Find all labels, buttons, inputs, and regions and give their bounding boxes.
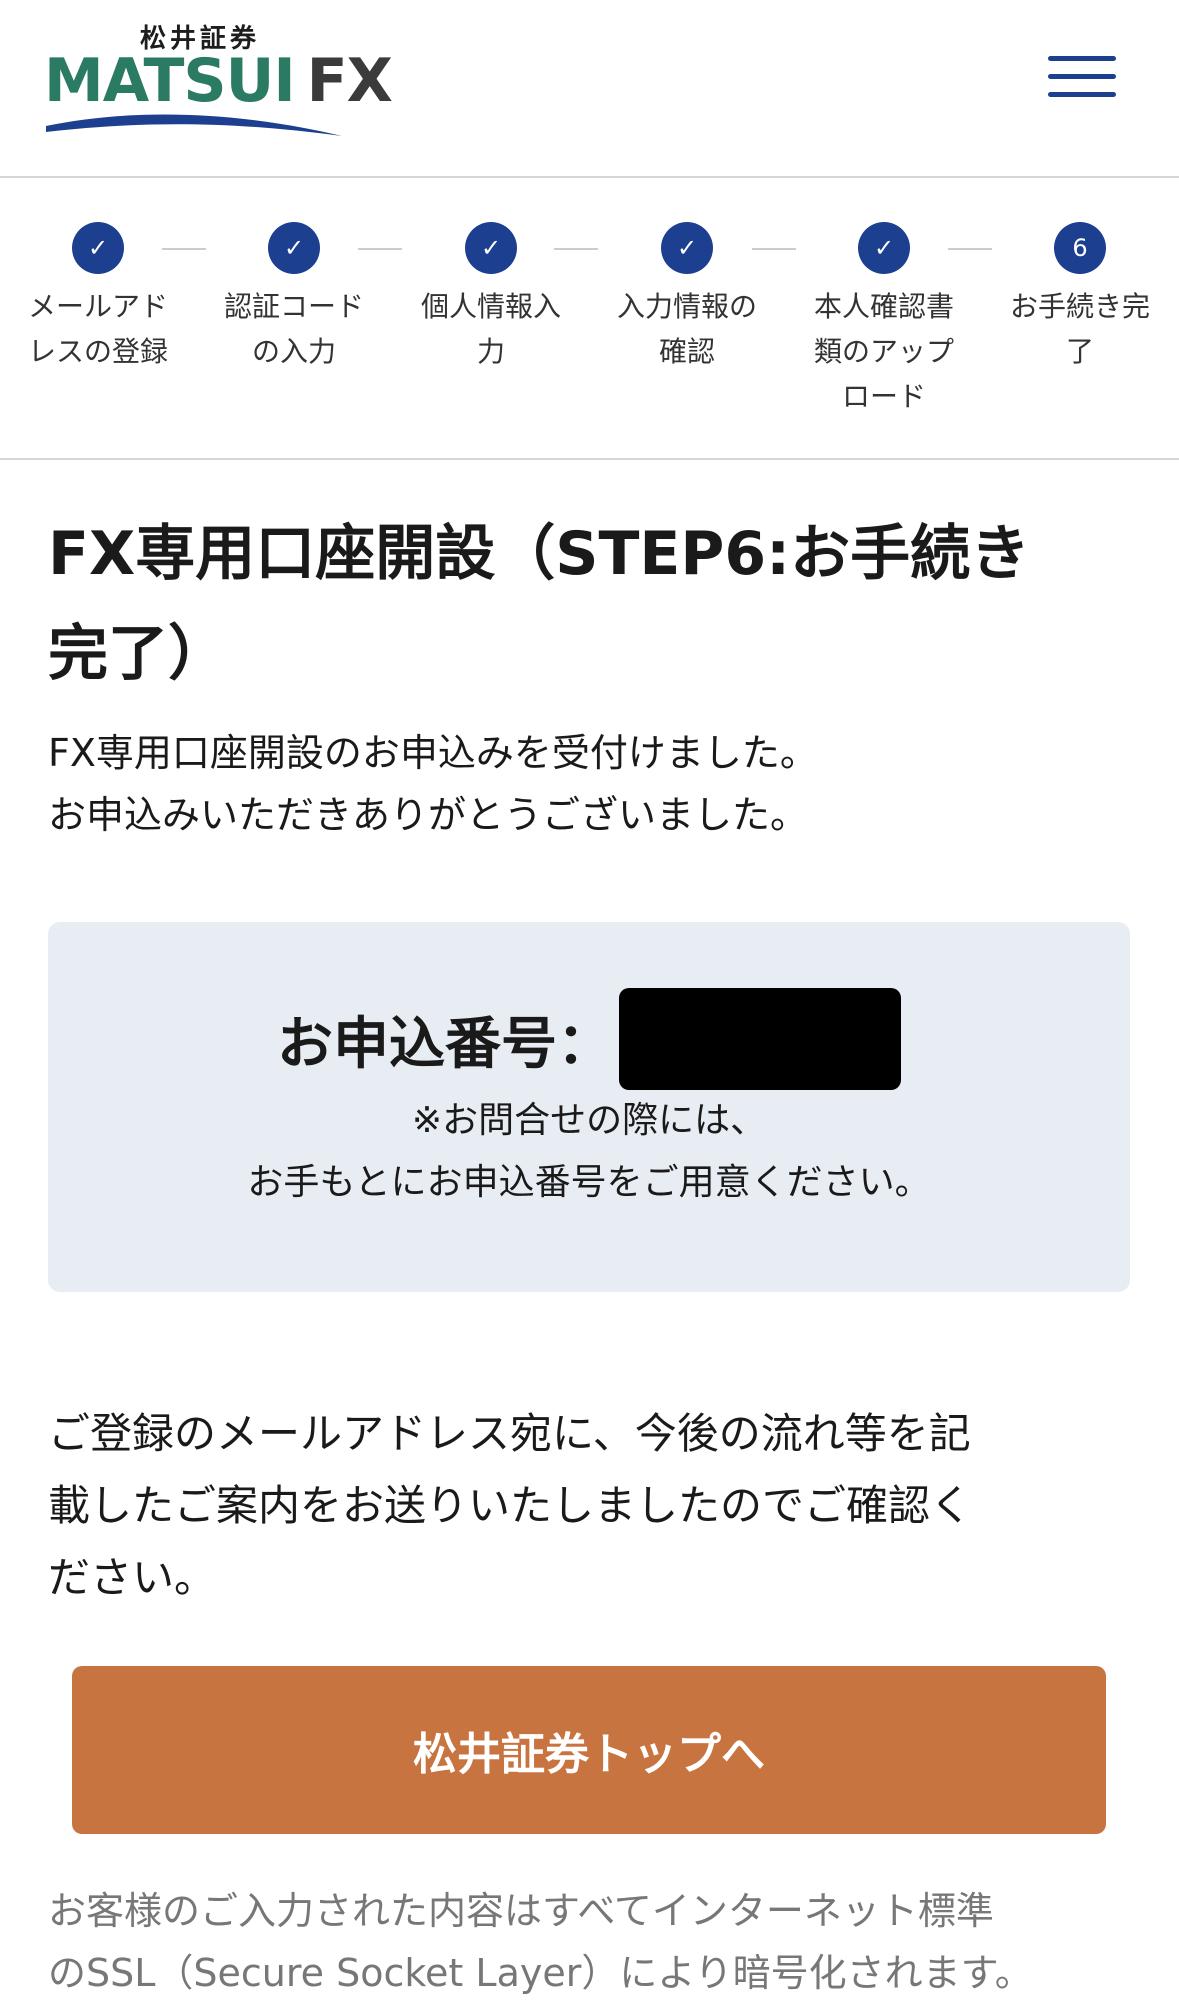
step-check-icon: ✓: [268, 222, 320, 274]
completion-message: FX専用口座開設のお申込みを受付けました。 お申込みいただきありがとうございまし…: [48, 731, 818, 837]
step-confirm-info: ✓ 入力情報の 確認: [602, 222, 772, 374]
hamburger-menu-icon[interactable]: [1044, 52, 1120, 104]
step-check-icon: ✓: [661, 222, 713, 274]
matsui-fx-logo[interactable]: 松井証券 MATSUI FX: [44, 14, 393, 144]
step-check-icon: ✓: [72, 222, 124, 274]
logo-swoosh-icon: [46, 114, 342, 136]
application-number-row: お申込番号：: [48, 988, 1130, 1090]
step-number-badge: 6: [1054, 222, 1106, 274]
step-personal-info: ✓ 個人情報入 力: [406, 222, 576, 374]
page-title: FX専用口座開設（STEP6:お手続き 完了）: [48, 519, 1031, 689]
application-number-box: お申込番号： ※お問合せの際には、 お手もとにお申込番号をご用意ください。: [48, 922, 1130, 1292]
step-id-upload: ✓ 本人確認書 類のアップ ロード: [799, 222, 969, 419]
step-label: メールアド レスの登録: [27, 290, 168, 368]
ssl-notice: お客様のご入力された内容はすべてインターネット標準 のSSL（Secure So…: [48, 1889, 1033, 1995]
step-label: お手続き完 了: [1009, 290, 1150, 368]
step-label: 個人情報入 力: [420, 290, 561, 368]
step-label: 認証コード の入力: [223, 290, 364, 368]
step-email-registration: ✓ メールアド レスの登録: [13, 222, 183, 374]
application-number-note: ※お問合せの際には、 お手もとにお申込番号をご用意ください。: [247, 1100, 931, 1203]
step-complete: 6 お手続き完 了: [995, 222, 1165, 374]
step-check-icon: ✓: [858, 222, 910, 274]
step-label: 入力情報の 確認: [616, 290, 757, 368]
progress-stepper: ✓ メールアド レスの登録 ✓ 認証コード の入力 ✓ 個人情報入 力 ✓ 入力…: [0, 178, 1179, 460]
step-check-icon: ✓: [465, 222, 517, 274]
matsui-top-button[interactable]: 松井証券トップへ: [72, 1666, 1106, 1834]
email-notice: ご登録のメールアドレス宛に、今後の流れ等を記 載したご案内をお送りいたしましたの…: [48, 1409, 973, 1602]
step-auth-code: ✓ 認証コード の入力: [209, 222, 379, 374]
step-label: 本人確認書 類のアップ ロード: [813, 290, 954, 413]
application-number-label: お申込番号：: [277, 1011, 613, 1077]
site-header: 松井証券 MATSUI FX: [0, 0, 1179, 178]
application-number-value-redacted: [619, 988, 901, 1090]
